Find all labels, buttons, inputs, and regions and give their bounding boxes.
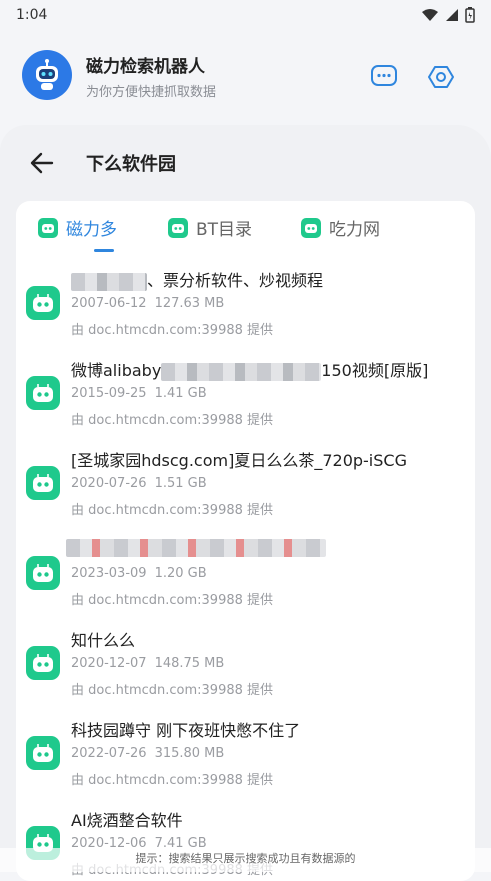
item-source: 由 doc.htmcdn.com:39988 提供 [71,593,274,608]
redacted-text [161,362,322,381]
tab-cili-duo[interactable]: 磁力多 [38,215,117,240]
item-meta: 2020-12-07 148.75 MB [71,656,224,671]
item-title: 微博alibaby 150视频[原版] [71,361,429,381]
app-title: 磁力检索机器人 [86,57,205,77]
item-size: 1.20 GB [154,566,207,581]
item-source: 由 doc.htmcdn.com:39988 提供 [71,413,274,428]
list-item[interactable]: [圣城家园hdscg.com]夏日么么茶_720p-iSCG 2020-07-2… [16,433,475,523]
robot-icon [38,217,58,238]
content-sheet: 下么软件园 磁力多 BT目录 吃力网 、票分析软件、炒视频程 2007-06-1… [0,125,491,881]
robot-icon [36,59,58,90]
robot-icon [26,376,60,410]
bottom-hint: 提示：搜索结果只展示搜索成功且有数据源的 [0,848,491,872]
avatar [22,50,72,100]
item-title: 、票分析软件、炒视频程 [71,267,323,291]
robot-icon [26,286,60,320]
robot-icon [26,646,60,680]
item-date: 2022-07-26 [71,746,147,761]
item-size: 315.80 MB [154,746,225,761]
item-meta: 2015-09-25 1.41 GB [71,386,207,401]
list-item[interactable]: 科技园蹲守 刚下夜班快憋不住了 2022-07-26 315.80 MB 由 do… [16,703,475,793]
chat-more-icon [371,65,397,86]
status-time: 1:04 [16,7,48,23]
item-title [66,537,326,557]
item-date: 2020-07-26 [71,476,147,491]
wifi-icon [422,9,438,21]
list-item[interactable]: 、票分析软件、炒视频程 2007-06-12 127.63 MB 由 doc.ht… [16,253,475,343]
redacted-text [66,538,326,557]
back-button[interactable] [30,148,66,178]
app-header: 磁力检索机器人 为你方便快捷抓取数据 [0,30,491,125]
item-size: 1.51 GB [154,476,207,491]
status-bar: 1:04 [0,0,491,30]
item-title: 知什么么 [71,631,136,650]
item-size: 127.63 MB [154,296,225,311]
item-source: 由 doc.htmcdn.com:39988 提供 [71,323,274,338]
signal-icon [446,9,458,21]
tab-chili-wang[interactable]: 吃力网 [301,215,380,240]
item-source: 由 doc.htmcdn.com:39988 提供 [71,683,274,698]
robot-icon [26,556,60,590]
chat-button[interactable] [367,60,401,94]
active-tab-indicator [94,249,114,252]
item-date: 2015-09-25 [71,386,147,401]
item-meta: 2020-07-26 1.51 GB [71,476,207,491]
item-date: 2007-06-12 [71,296,147,311]
item-source: 由 doc.htmcdn.com:39988 提供 [71,773,274,788]
tab-bt-directory[interactable]: BT目录 [168,215,252,240]
item-title: AI烧酒整合软件 [71,811,183,830]
battery-icon [465,7,475,23]
tab-label: 磁力多 [66,220,117,240]
app-subtitle: 为你方便快捷抓取数据 [86,85,217,100]
item-size: 148.75 MB [154,656,225,671]
arrow-left-icon [30,152,54,174]
list-item[interactable]: 微博alibaby 150视频[原版] 2015-09-25 1.41 GB 由 d… [16,343,475,433]
item-date: 2020-12-07 [71,656,147,671]
tab-label: 吃力网 [329,220,380,240]
item-meta: 2022-07-26 315.80 MB [71,746,224,761]
redacted-text [71,272,147,291]
item-title: 科技园蹲守 刚下夜班快憋不住了 [71,721,301,740]
status-icons [421,7,475,23]
page-title: 下么软件园 [86,154,176,175]
item-meta: 2023-03-09 1.20 GB [71,566,207,581]
item-title: [圣城家园hdscg.com]夏日么么茶_720p-iSCG [71,451,407,470]
hexagon-settings-icon [428,66,454,88]
item-date: 2023-03-09 [71,566,147,581]
tab-label: BT目录 [196,220,253,240]
results-card: 磁力多 BT目录 吃力网 、票分析软件、炒视频程 2007-06-12 127.… [16,201,475,881]
item-meta: 2007-06-12 127.63 MB [71,296,224,311]
list-item[interactable]: 知什么么 2020-12-07 148.75 MB 由 doc.htmcdn.co… [16,613,475,703]
item-size: 1.41 GB [154,386,207,401]
item-source: 由 doc.htmcdn.com:39988 提供 [71,503,274,518]
robot-icon [26,736,60,770]
source-tabs: 磁力多 BT目录 吃力网 [16,201,475,253]
list-item[interactable]: 2023-03-09 1.20 GB 由 doc.htmcdn.com:39988… [16,523,475,613]
settings-button[interactable] [424,60,458,94]
robot-icon [26,466,60,500]
robot-icon [301,217,321,238]
robot-icon [168,217,188,238]
